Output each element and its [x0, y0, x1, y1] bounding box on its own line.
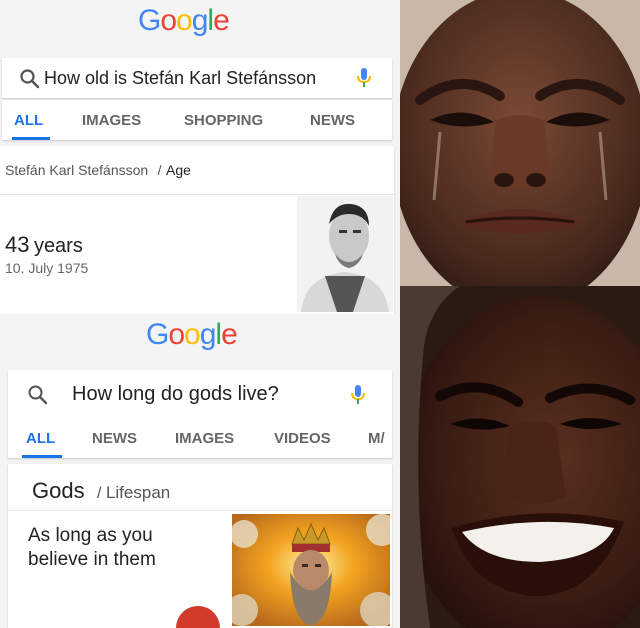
logo-letter: o: [168, 318, 185, 351]
logo-letter: e: [213, 4, 230, 37]
tab-all[interactable]: ALL: [14, 112, 43, 129]
smiling-face: [400, 286, 640, 628]
result-card: Gods / Lifespan As long as you believe i…: [8, 464, 392, 628]
tab-all[interactable]: ALL: [26, 430, 55, 447]
god-image[interactable]: [232, 514, 390, 626]
tab-images[interactable]: IMAGES: [175, 430, 234, 447]
breadcrumb-entity[interactable]: Gods: [32, 478, 85, 503]
google-logo: Google: [146, 318, 238, 352]
tab-more[interactable]: M/: [368, 430, 385, 447]
logo-letter: o: [184, 318, 201, 351]
card-divider: [0, 194, 394, 195]
tabs-bar: ALL IMAGES SHOPPING NEWS: [2, 100, 392, 140]
crying-face-panel: [400, 0, 640, 286]
age-value: 43 years: [5, 232, 83, 258]
search-bar[interactable]: How long do gods live?: [8, 370, 392, 420]
logo-letter: G: [146, 318, 169, 351]
breadcrumb: Gods / Lifespan: [32, 478, 170, 504]
answer-line: believe in them: [28, 549, 156, 570]
bottom-search-panel: Google How long do gods live? ALL NEWS I…: [0, 314, 400, 628]
breadcrumb-separator: /: [157, 162, 162, 178]
card-divider: [8, 510, 392, 511]
answer-line: As long as you: [28, 525, 153, 546]
google-logo: Google: [138, 4, 230, 38]
crying-face: [400, 0, 640, 286]
logo-letter: o: [176, 4, 193, 37]
tab-images[interactable]: IMAGES: [82, 112, 141, 129]
age-unit: years: [33, 235, 83, 257]
mic-icon[interactable]: [356, 67, 372, 89]
logo-letter: o: [160, 4, 177, 37]
breadcrumb-attribute: Age: [166, 162, 191, 178]
logo-letter: e: [221, 318, 238, 351]
birth-date: 10. July 1975: [5, 260, 89, 276]
breadcrumb-entity[interactable]: Stefán Karl Stefánsson: [5, 162, 148, 178]
tab-videos[interactable]: VIDEOS: [274, 430, 331, 447]
top-search-panel: Google How old is Stefán Karl Stefánsson…: [0, 0, 400, 314]
age-number: 43: [5, 232, 30, 257]
logo-letter: G: [138, 4, 161, 37]
portrait-photo[interactable]: [297, 196, 393, 312]
search-query[interactable]: How long do gods live?: [72, 383, 279, 406]
search-bar[interactable]: How old is Stefán Karl Stefánsson: [2, 58, 392, 98]
breadcrumb-attribute: Lifespan: [105, 483, 171, 502]
logo-letter: g: [191, 4, 209, 37]
tab-all-underline: [22, 455, 62, 458]
answer-text: As long as you believe in them: [28, 524, 156, 572]
action-button[interactable]: [176, 606, 220, 628]
tab-shopping[interactable]: SHOPPING: [184, 112, 263, 129]
tab-all-underline: [12, 137, 50, 140]
logo-letter: g: [199, 318, 217, 351]
tab-news[interactable]: NEWS: [92, 430, 137, 447]
search-icon[interactable]: [26, 383, 50, 407]
smiling-face-panel: [400, 286, 640, 628]
tab-news[interactable]: NEWS: [310, 112, 355, 129]
breadcrumb: Stefán Karl Stefánsson / Age: [5, 162, 191, 180]
mic-icon[interactable]: [350, 383, 366, 407]
breadcrumb-separator: /: [97, 485, 102, 502]
result-card: Stefán Karl Stefánsson / Age 43 years 10…: [0, 146, 394, 314]
tabs-bar: ALL NEWS IMAGES VIDEOS M/: [8, 420, 392, 458]
search-query[interactable]: How old is Stefán Karl Stefánsson: [44, 68, 316, 89]
search-icon[interactable]: [18, 67, 42, 91]
